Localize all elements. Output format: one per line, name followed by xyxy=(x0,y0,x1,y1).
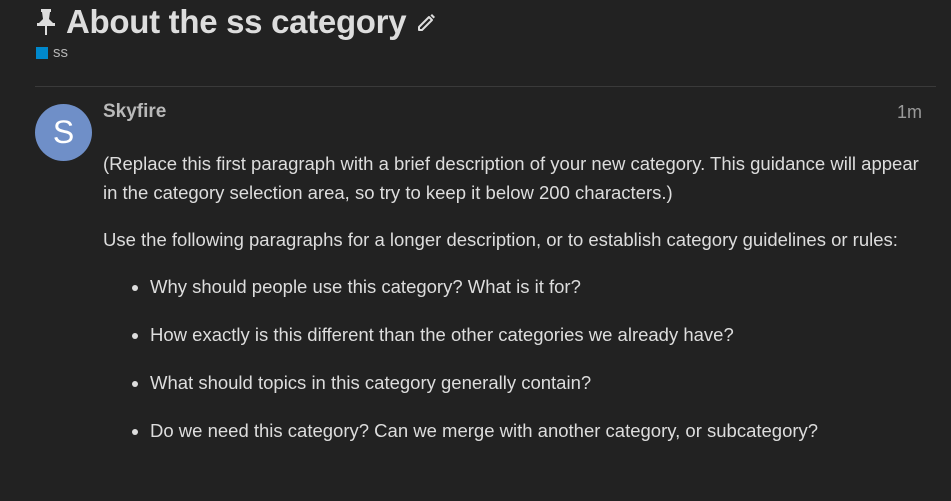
page-title: About the ss category xyxy=(66,3,407,40)
post-body: (Replace this first paragraph with a bri… xyxy=(103,149,933,464)
list-item: Do we need this category? Can we merge w… xyxy=(150,416,933,445)
category-name: ss xyxy=(53,44,68,61)
divider xyxy=(35,86,936,87)
post-username[interactable]: Skyfire xyxy=(103,101,166,123)
list-item: Why should people use this category? Wha… xyxy=(150,272,933,301)
post-paragraph: (Replace this first paragraph with a bri… xyxy=(103,153,919,203)
list-item: What should topics in this category gene… xyxy=(150,368,933,397)
pin-icon xyxy=(35,8,57,36)
topic-header: About the ss category xyxy=(35,2,438,42)
post-paragraph: Use the following paragraphs for a longe… xyxy=(103,229,898,250)
topic-page: About the ss category ss S Skyfire 1m (R… xyxy=(0,0,951,501)
avatar[interactable]: S xyxy=(35,104,92,161)
category-badge[interactable]: ss xyxy=(36,44,68,61)
list-item: How exactly is this different than the o… xyxy=(150,320,933,349)
category-color-swatch xyxy=(36,46,48,59)
avatar-letter: S xyxy=(52,114,75,150)
post-bullet-list: Why should people use this category? Wha… xyxy=(103,272,933,445)
pencil-icon[interactable] xyxy=(416,11,438,33)
post-date[interactable]: 1m xyxy=(897,102,922,123)
